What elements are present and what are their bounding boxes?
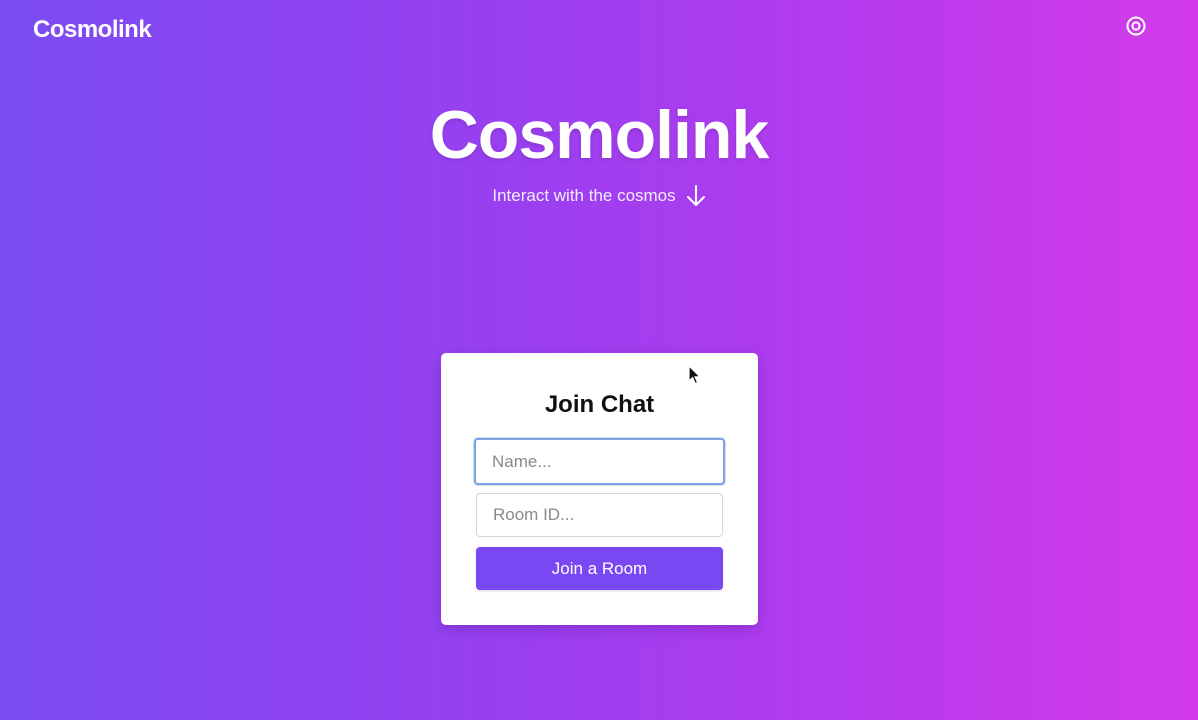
hero-subtitle-row: Interact with the cosmos bbox=[0, 184, 1198, 208]
name-input[interactable] bbox=[474, 438, 725, 485]
settings-icon bbox=[1126, 16, 1146, 36]
join-chat-title: Join Chat bbox=[544, 391, 655, 418]
arrow-down-icon[interactable] bbox=[686, 184, 706, 208]
join-room-button[interactable]: Join a Room bbox=[476, 547, 723, 590]
brand-logo[interactable]: Cosmolink bbox=[33, 16, 152, 44]
hero-subtitle: Interact with the cosmos bbox=[492, 186, 676, 205]
hero-title: Cosmolink bbox=[429, 97, 770, 173]
room-id-input[interactable] bbox=[476, 493, 723, 537]
join-chat-card: Join Chat Join a Room bbox=[441, 353, 758, 625]
settings-button[interactable] bbox=[1125, 15, 1147, 37]
